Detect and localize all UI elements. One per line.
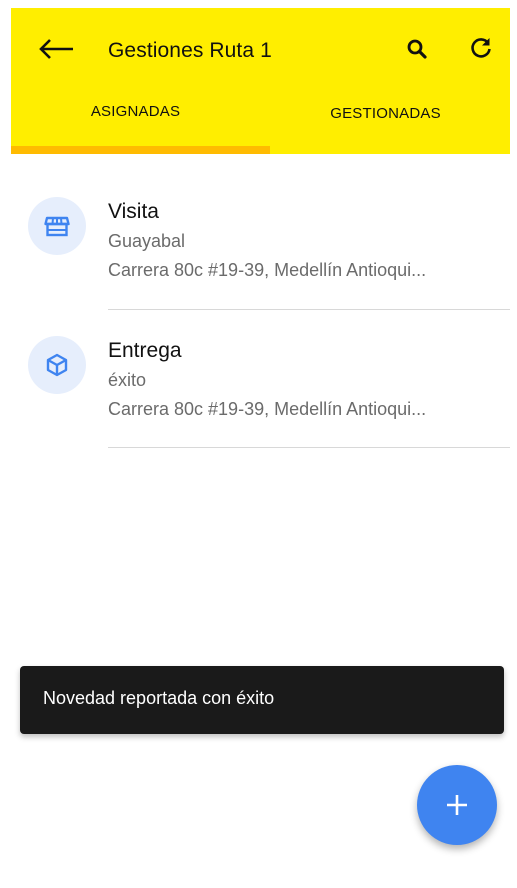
search-button[interactable]: [405, 37, 429, 61]
snackbar-message: Novedad reportada con éxito: [43, 688, 275, 708]
item-avatar: [28, 197, 86, 255]
item-title: Entrega: [108, 339, 182, 362]
refresh-button[interactable]: [468, 35, 494, 61]
back-button[interactable]: [37, 36, 77, 62]
item-subtitle: éxito: [108, 370, 147, 390]
list-item-entrega[interactable]: Entrega éxito Carrera 80c #19-39, Medell…: [0, 321, 517, 459]
refresh-icon: [471, 38, 491, 58]
app-bar: Gestiones Ruta 1 ASIGNADAS GESTIONADAS: [11, 8, 510, 154]
item-address: Carrera 80c #19-39, Medellín Antioqui...: [108, 260, 427, 280]
item-avatar: [28, 336, 86, 394]
plus-icon: [447, 795, 467, 815]
search-icon: [407, 39, 427, 59]
arrow-left-icon: [39, 39, 73, 59]
item-address: Carrera 80c #19-39, Medellín Antioqui...: [108, 399, 427, 419]
box-icon: [46, 353, 68, 377]
page-title: Gestiones Ruta 1: [108, 39, 272, 62]
tab-indicator: [11, 146, 270, 154]
add-button[interactable]: [417, 765, 497, 845]
item-subtitle: Guayabal: [108, 231, 186, 251]
item-title: Visita: [108, 200, 159, 223]
tab-gestionadas[interactable]: GESTIONADAS: [261, 105, 510, 122]
tab-asignadas[interactable]: ASIGNADAS: [11, 103, 260, 120]
list-item-visita[interactable]: Visita Guayabal Carrera 80c #19-39, Mede…: [0, 182, 517, 320]
divider: [108, 309, 510, 310]
snackbar: Novedad reportada con éxito: [20, 666, 504, 734]
divider: [108, 447, 510, 448]
store-icon: [44, 216, 70, 237]
